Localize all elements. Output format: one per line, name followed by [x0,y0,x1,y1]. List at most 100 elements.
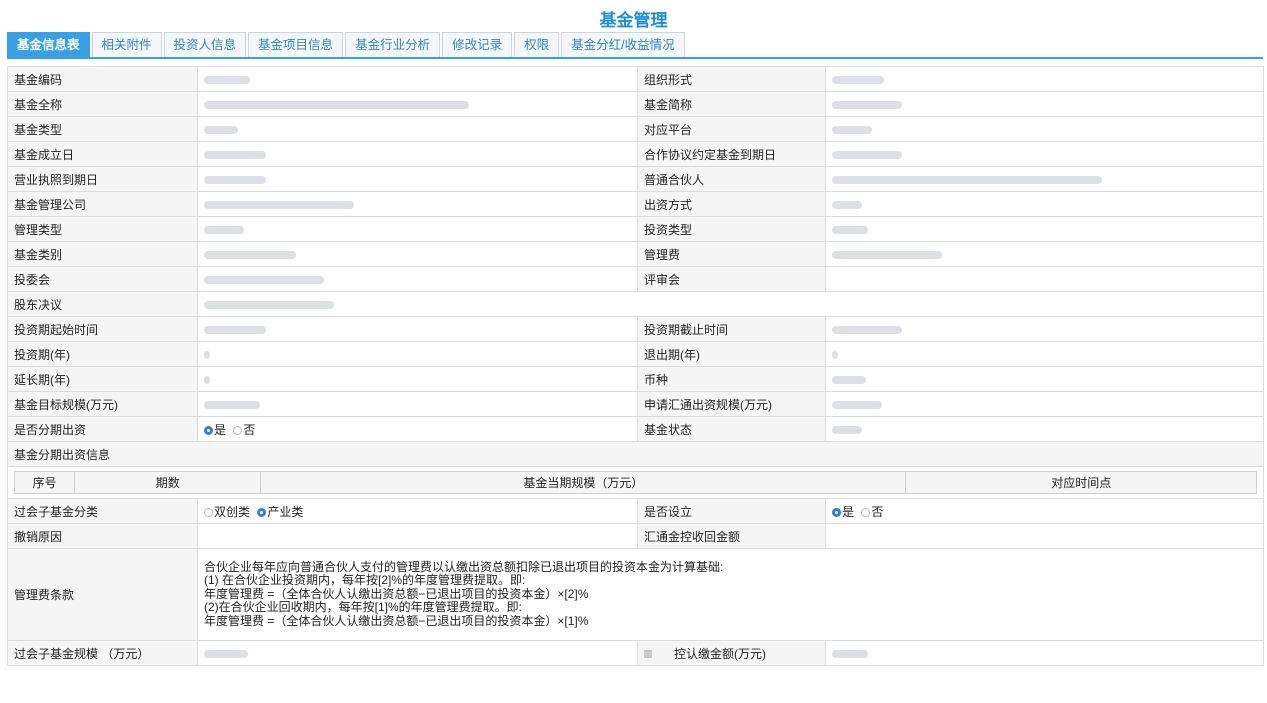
header-period-scale: 基金当期规模（万元） [260,471,907,494]
tab-permissions[interactable]: 权限 [514,32,560,57]
label-apply-scale: 申请汇通出资规模(万元) [637,391,826,417]
label-cancel-reason: 撤销原因 [7,523,198,549]
label-target-scale: 基金目标规模(万元) [7,391,198,417]
value-fund-category [197,241,638,267]
value-mgmt-type [197,216,638,242]
value-recover-amount [825,523,1264,549]
tab-industry[interactable]: 基金行业分析 [345,32,441,57]
established-yes-label: 是 [842,504,855,519]
label-fund-status: 基金状态 [637,416,826,442]
fund-info-form: 基金编码 组织形式 基金全称 基金简称 基金类型 对应平台 基金成立日 合作协议… [7,66,1264,666]
label-full-name: 基金全称 [7,91,198,117]
sub-fund-class-radio-group: 双创类 产业类 [197,498,638,524]
installment-radio-group: 是 否 [197,416,638,442]
label-fund-type: 基金类型 [7,116,198,142]
label-invest-committee: 投委会 [7,266,198,292]
established-yes-radio[interactable] [832,507,841,517]
value-fund-code [197,66,638,92]
value-currency [825,366,1264,392]
label-invest-type: 投资类型 [637,216,826,242]
header-time-point: 对应时间点 [905,471,1257,494]
value-gp [825,166,1264,192]
page-title: 基金管理 [599,11,668,30]
fee-clause-line: (1) 在合伙企业投资期内，每年按[2]%的年度管理费提取。即: [204,573,526,588]
label-review-committee: 评审会 [637,266,826,292]
value-cancel-reason [197,523,638,549]
established-no-label: 否 [871,504,884,519]
label-license-expiry: 营业执照到期日 [7,166,198,192]
label-setup-date: 基金成立日 [7,141,198,167]
installment-yes-label: 是 [214,422,227,437]
tab-bar: 基金信息表 相关附件 投资人信息 基金项目信息 基金行业分析 修改记录 权限 基… [7,32,1263,59]
value-manager [197,191,638,217]
label-invest-end: 投资期截止时间 [637,316,826,342]
label-fund-code: 基金编码 [7,66,198,92]
established-radio-group: 是 否 [825,498,1264,524]
value-invest-type [825,216,1264,242]
label-mgmt-fee: 管理费 [637,241,826,267]
label-invest-period: 投资期(年) [7,341,198,367]
tab-history[interactable]: 修改记录 [442,32,513,57]
tab-fund-info[interactable]: 基金信息表 [7,32,90,57]
value-fee-clause: 合伙企业每年应向普通合伙人支付的管理费以认缴出资总额扣除已退出项目的投资本金为计… [197,548,1264,641]
tab-investors[interactable]: 投资人信息 [163,32,247,57]
value-full-name [197,91,638,117]
value-org-form [825,66,1264,92]
value-invest-period [197,341,638,367]
tab-dividends[interactable]: 基金分红/收益情况 [561,32,685,57]
label-contribution-method: 出资方式 [637,191,826,217]
value-fund-status [825,416,1264,442]
sub-fund-industry-label: 产业类 [267,504,304,519]
label-agreement-expiry: 合作协议约定基金到期日 [637,141,826,167]
label-shareholder-resolution: 股东决议 [7,291,198,317]
section-installment-info: 基金分期出资信息 [7,441,1264,467]
label-sub-fund-class: 过会子基金分类 [7,498,198,524]
label-installment: 是否分期出资 [7,416,198,442]
label-is-established: 是否设立 [637,498,826,524]
label-manager: 基金管理公司 [7,191,198,217]
value-target-scale [197,391,638,417]
tab-projects[interactable]: 基金项目信息 [248,32,344,57]
value-review-committee [825,266,1264,292]
label-currency: 币种 [637,366,826,392]
installment-table: 序号 期数 基金当期规模（万元） 对应时间点 [13,471,1257,494]
value-contribution-method [825,191,1264,217]
installment-table-wrap: 序号 期数 基金当期规模（万元） 对应时间点 [7,466,1264,499]
tab-attachments[interactable]: 相关附件 [91,32,162,57]
square-icon [644,650,652,659]
value-sub-fund-scale [197,640,638,666]
label-recover-amount: 汇通金控收回金额 [637,523,826,549]
sub-fund-industry-radio[interactable] [257,507,267,517]
value-platform [825,116,1264,142]
label-exit-period: 退出期(年) [637,341,826,367]
label-fund-category: 基金类别 [7,241,198,267]
value-short-name [825,91,1264,117]
installment-yes-radio[interactable] [204,425,213,435]
value-exit-period [825,341,1264,367]
label-invest-start: 投资期起始时间 [7,316,198,342]
established-no-radio[interactable] [861,507,871,517]
label-short-name: 基金简称 [637,91,826,117]
label-sub-fund-scale: 过会子基金规模 （万元） [7,640,198,666]
label-platform: 对应平台 [637,116,826,142]
installment-no-label: 否 [243,422,256,437]
value-invest-committee [197,266,638,292]
label-confirmed-amount: 控认缴金额(万元) [674,646,766,661]
label-fee-clause: 管理费条款 [7,548,198,641]
fee-clause-line: 年度管理费 =（全体合伙人认缴出资总额−已退出项目的投资本金）×[1]% [204,613,589,628]
sub-fund-dual-radio[interactable] [204,507,213,517]
label-extension-period: 延长期(年) [7,366,198,392]
value-shareholder-resolution [197,291,1264,317]
value-apply-scale [825,391,1264,417]
value-mgmt-fee [825,241,1264,267]
label-confirmed-amount-cell: 控认缴金额(万元) [637,640,826,666]
value-invest-end [825,316,1264,342]
installment-no-radio[interactable] [233,425,243,435]
value-invest-start [197,316,638,342]
value-extension-period [197,366,638,392]
label-gp: 普通合伙人 [637,166,826,192]
header-seq: 序号 [13,471,76,494]
value-license-expiry [197,166,638,192]
sub-fund-dual-label: 双创类 [214,504,251,519]
value-setup-date [197,141,638,167]
